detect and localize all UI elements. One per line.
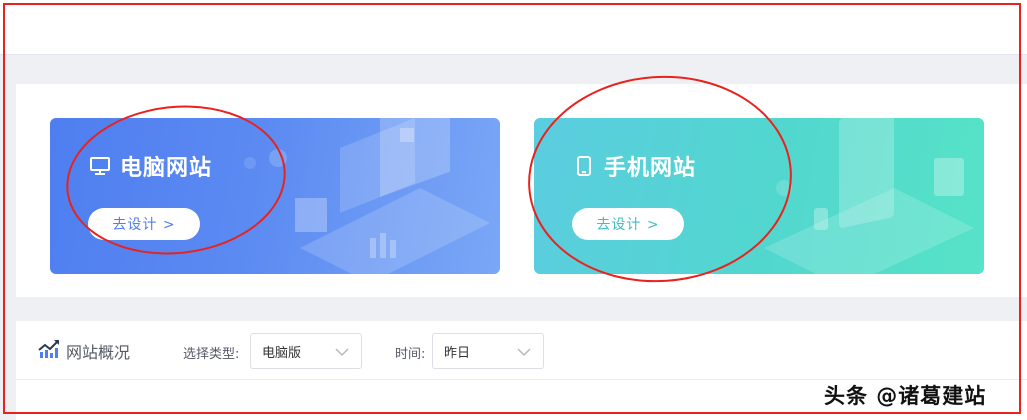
overview-title-text: 网站概况 (66, 343, 131, 362)
monitor-icon (88, 154, 112, 178)
time-label: 时间: (395, 347, 426, 362)
mobile-design-button[interactable]: 去设计 > (572, 208, 684, 240)
pc-design-button[interactable]: 去设计 > (88, 208, 200, 240)
trend-chart-icon (38, 339, 60, 363)
phone-icon (572, 154, 596, 178)
type-select-value: 电脑版 (262, 345, 302, 361)
type-label: 选择类型: (183, 347, 240, 362)
mobile-card-title-text: 手机网站 (604, 156, 697, 181)
mobile-website-card[interactable]: 手机网站 去设计 > (534, 118, 984, 274)
chevron-down-icon (517, 348, 531, 357)
pc-card-title-text: 电脑网站 (120, 156, 213, 181)
chevron-down-icon (335, 348, 349, 357)
pc-illustration (244, 118, 490, 274)
time-select[interactable]: 昨日 (432, 333, 544, 369)
type-select[interactable]: 电脑版 (250, 333, 362, 369)
pc-website-card[interactable]: 电脑网站 去设计 > (50, 118, 500, 274)
pc-card-title: 电脑网站 (88, 150, 212, 182)
watermark: 头条 @诸葛建站 (824, 384, 987, 408)
overview-title: 网站概况 (38, 339, 130, 363)
mobile-card-title: 手机网站 (572, 150, 696, 182)
time-select-value: 昨日 (444, 345, 471, 361)
top-bar (0, 0, 1027, 55)
mobile-illustration (764, 118, 974, 274)
